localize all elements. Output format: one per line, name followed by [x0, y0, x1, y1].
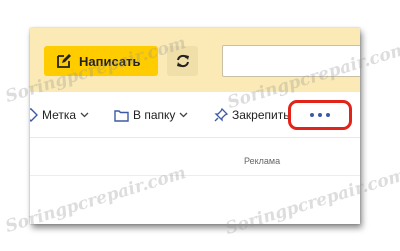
more-dots-icon — [310, 113, 330, 117]
toolbar-pin-text: Закрепить — [232, 108, 290, 122]
chevron-down-icon — [80, 112, 89, 118]
toolbar-label-text: Метка — [42, 108, 77, 122]
compose-label: Написать — [79, 53, 141, 69]
toolbar-folder-button[interactable]: В папку — [114, 106, 188, 124]
chevron-down-icon — [179, 112, 188, 118]
folder-icon — [114, 109, 129, 122]
message-toolbar: Метка В папку Закрепить — [30, 92, 360, 138]
compose-button[interactable]: Написать — [44, 46, 158, 76]
pin-icon — [214, 108, 228, 122]
mail-window: Написать Метка В папку Закрепить Реклама — [30, 28, 360, 224]
refresh-icon — [176, 54, 189, 68]
ad-label: Реклама — [244, 156, 281, 166]
toolbar-pin-button[interactable]: Закрепить — [214, 106, 289, 124]
tag-icon — [30, 108, 38, 122]
divider — [30, 175, 360, 176]
toolbar-folder-text: В папку — [133, 108, 176, 122]
toolbar-label-button[interactable]: Метка — [30, 106, 89, 124]
refresh-button[interactable] — [167, 46, 198, 76]
mail-header: Написать — [30, 28, 360, 92]
search-input[interactable] — [222, 45, 360, 77]
more-actions-button[interactable] — [288, 100, 352, 130]
pencil-square-icon — [57, 54, 71, 68]
